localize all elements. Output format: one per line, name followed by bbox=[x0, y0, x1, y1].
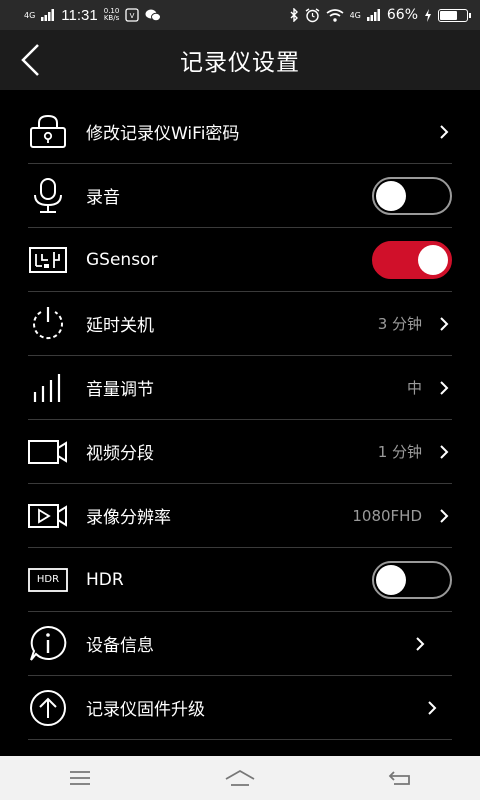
hdr-icon: HDR bbox=[28, 560, 68, 600]
chevron-right-icon bbox=[436, 314, 452, 334]
setting-resolution[interactable]: 录像分辨率 1080FHD bbox=[28, 484, 452, 548]
volume-bars-icon bbox=[28, 368, 68, 408]
settings-list: 修改记录仪WiFi密码 录音 GSensor 延时关机 3 分钟 音量调节 中 … bbox=[0, 100, 480, 740]
setting-label: HDR bbox=[86, 569, 124, 590]
signal-icon bbox=[41, 9, 55, 21]
audio-toggle[interactable] bbox=[372, 176, 452, 215]
setting-volume[interactable]: 音量调节 中 bbox=[28, 356, 452, 420]
setting-device-info[interactable]: 设备信息 bbox=[28, 612, 452, 676]
svg-text:V: V bbox=[130, 12, 135, 20]
setting-video-segment[interactable]: 视频分段 1 分钟 bbox=[28, 420, 452, 484]
chevron-right-icon bbox=[424, 698, 440, 718]
setting-label: 设备信息 bbox=[86, 636, 154, 656]
status-bar: 4G 11:31 0.10 KB/s V 4G 66% bbox=[0, 0, 480, 30]
setting-label: 音量调节 bbox=[86, 380, 154, 400]
back-nav-button[interactable] bbox=[370, 758, 430, 798]
info-icon bbox=[28, 624, 68, 664]
setting-label: 延时关机 bbox=[86, 316, 154, 336]
page-title: 记录仪设置 bbox=[180, 50, 300, 76]
setting-value: 3 分钟 bbox=[377, 315, 422, 333]
network-speed: 0.10 KB/s bbox=[103, 7, 120, 22]
setting-value: 中 bbox=[406, 379, 422, 397]
network-type-right: 4G bbox=[349, 10, 361, 20]
battery-icon bbox=[438, 8, 471, 22]
wifi-icon bbox=[326, 8, 344, 22]
power-icon bbox=[28, 304, 68, 344]
system-nav-bar bbox=[0, 756, 480, 800]
setting-value: 1080FHD bbox=[352, 506, 422, 525]
hdr-toggle[interactable] bbox=[372, 560, 452, 599]
menu-button[interactable] bbox=[50, 758, 110, 798]
home-button[interactable] bbox=[210, 758, 270, 798]
setting-label: 修改记录仪WiFi密码 bbox=[86, 124, 240, 144]
setting-label: 记录仪固件升级 bbox=[86, 700, 205, 720]
video-camera-icon bbox=[28, 432, 68, 472]
video-play-icon bbox=[28, 496, 68, 536]
back-button[interactable] bbox=[8, 38, 52, 82]
signal-icon-right bbox=[366, 9, 380, 21]
hdr-icon-text: HDR bbox=[36, 574, 60, 585]
chevron-right-icon bbox=[436, 378, 452, 398]
setting-gsensor: GSensor bbox=[28, 228, 452, 292]
return-icon bbox=[388, 771, 410, 785]
setting-label: GSensor bbox=[86, 249, 158, 270]
setting-value: 1 分钟 bbox=[377, 443, 422, 461]
chevron-right-icon bbox=[436, 122, 452, 142]
menu-icon bbox=[70, 771, 90, 785]
gsensor-toggle[interactable] bbox=[372, 240, 452, 279]
app-header: 记录仪设置 bbox=[0, 30, 480, 90]
chevron-right-icon bbox=[436, 506, 452, 526]
setting-delay-shutdown[interactable]: 延时关机 3 分钟 bbox=[28, 292, 452, 356]
lock-icon bbox=[28, 112, 68, 152]
upgrade-arrow-icon bbox=[28, 688, 68, 728]
battery-percent: 66% bbox=[386, 7, 418, 23]
setting-firmware-upgrade[interactable]: 记录仪固件升级 bbox=[28, 676, 452, 740]
setting-label: 录像分辨率 bbox=[86, 508, 171, 528]
gsensor-chip-icon bbox=[28, 240, 68, 280]
setting-audio-recording: 录音 bbox=[28, 164, 452, 228]
microphone-icon bbox=[28, 176, 68, 216]
wechat-icon bbox=[145, 9, 162, 22]
clock: 11:31 bbox=[61, 6, 98, 24]
home-icon bbox=[225, 769, 255, 786]
bluetooth-icon bbox=[290, 8, 298, 22]
setting-label: 视频分段 bbox=[86, 444, 154, 464]
setting-wifi-password[interactable]: 修改记录仪WiFi密码 bbox=[28, 100, 452, 164]
chevron-right-icon bbox=[412, 634, 428, 654]
alarm-icon bbox=[305, 7, 319, 22]
hd-voice-icon: V bbox=[125, 8, 139, 22]
setting-hdr: HDR HDR bbox=[28, 548, 452, 612]
chevron-right-icon bbox=[436, 442, 452, 462]
chevron-left-icon bbox=[21, 44, 39, 76]
network-type: 4G bbox=[24, 10, 36, 20]
setting-label: 录音 bbox=[86, 188, 120, 208]
charging-icon bbox=[425, 8, 431, 22]
